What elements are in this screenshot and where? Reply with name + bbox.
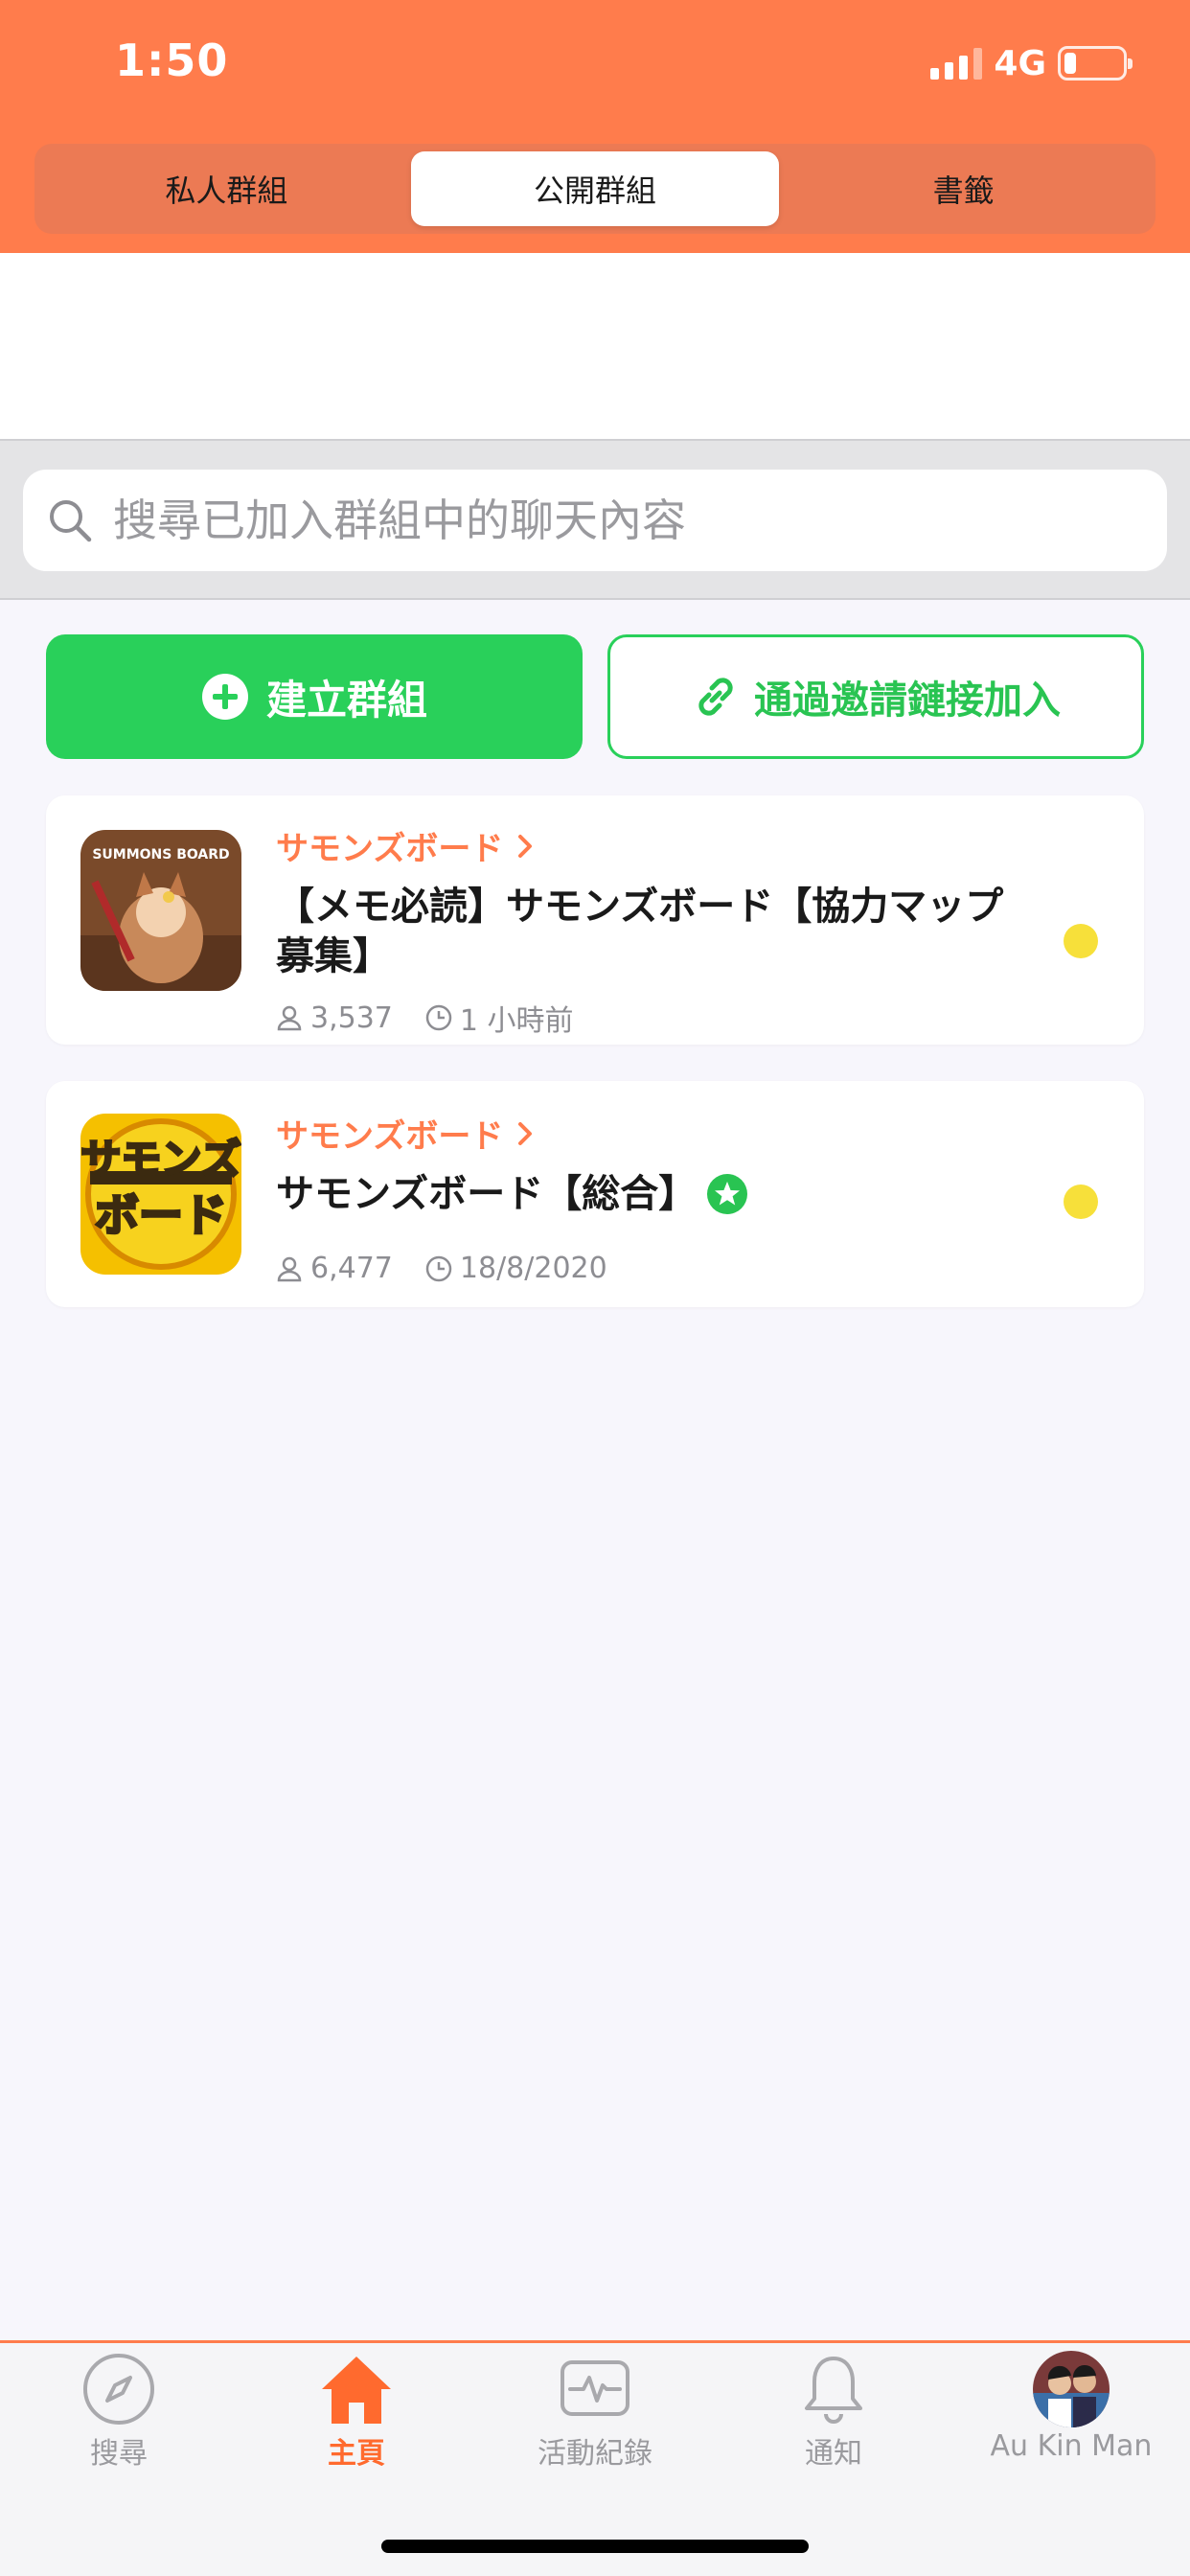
group-title: サモンズボード【総合】	[276, 1172, 698, 1216]
tab-label: 活動紀錄	[538, 2437, 652, 2471]
chevron-right-icon	[518, 1121, 533, 1145]
group-card[interactable]: サモンズ ボード サモンズボード サモンズボード【総合】 6,477 18/8/…	[46, 1081, 1144, 1307]
members-icon	[277, 1005, 302, 1031]
group-thumbnail: SUMMONS BOARD	[80, 830, 241, 991]
bell-icon	[805, 2357, 862, 2424]
tab-activity[interactable]: 活動紀錄	[476, 2351, 714, 2472]
search-bar	[0, 439, 1190, 600]
tab-notifications[interactable]: 通知	[715, 2351, 952, 2472]
create-group-label: 建立群組	[265, 676, 427, 724]
tab-bookmarks[interactable]: 書籤	[779, 151, 1148, 226]
avatar	[1033, 2351, 1110, 2427]
tab-label: 主頁	[328, 2437, 385, 2471]
clock-icon	[425, 1255, 452, 1281]
thumbnail-logo-text: SUMMONS BOARD	[92, 847, 229, 862]
search-box[interactable]	[23, 470, 1167, 571]
status-indicators: 4G	[930, 43, 1133, 83]
tab-label: Au Kin Man	[990, 2429, 1153, 2463]
group-title: 【メモ必読】サモンズボード【協力マップ募集】	[276, 885, 1004, 978]
group-thumbnail: サモンズ ボード	[80, 1114, 241, 1275]
signal-icon	[930, 47, 983, 80]
link-icon	[698, 678, 733, 716]
unread-indicator	[1064, 1184, 1098, 1219]
thumbnail-logo-text: サモンズ	[80, 1136, 240, 1183]
group-source-link[interactable]: サモンズボード	[276, 822, 536, 869]
compass-icon	[83, 2354, 154, 2425]
header: 1:50 4G 私人群組 公開群組 書籤	[0, 0, 1190, 253]
group-type-segment: 私人群組 公開群組 書籤	[34, 144, 1156, 234]
plus-circle-icon	[201, 674, 248, 720]
group-source: サモンズボード	[276, 830, 504, 868]
member-count: 3,537	[310, 1000, 393, 1035]
thumbnail-logo-text: ボード	[95, 1189, 227, 1241]
join-by-invite-label: 通過邀請鏈接加入	[754, 678, 1061, 723]
home-icon	[322, 2357, 391, 2424]
tab-label: 通知	[805, 2437, 862, 2471]
member-count: 6,477	[310, 1252, 393, 1285]
tab-public-groups[interactable]: 公開群組	[410, 151, 780, 226]
create-group-button[interactable]: 建立群組	[46, 634, 583, 759]
banner-area	[0, 253, 1190, 439]
unread-indicator	[1064, 924, 1098, 958]
tab-search[interactable]: 搜尋	[0, 2351, 238, 2472]
last-active: 18/8/2020	[459, 1252, 607, 1285]
last-active: 1 小時前	[459, 1004, 574, 1038]
clock-icon	[425, 1004, 452, 1031]
tab-profile[interactable]: Au Kin Man	[952, 2351, 1190, 2463]
tab-home[interactable]: 主頁	[238, 2351, 475, 2472]
group-meta: 3,537 1 小時前	[276, 997, 574, 1039]
group-source-link[interactable]: サモンズボード	[276, 1110, 536, 1157]
activity-icon	[561, 2360, 629, 2416]
tab-label: 搜尋	[90, 2437, 148, 2471]
home-indicator	[381, 2540, 809, 2553]
screen: 1:50 4G 私人群組 公開群組 書籤 搜尋已加入群組中的聊天內容 建立群組 …	[0, 0, 1190, 2576]
search-input[interactable]	[113, 494, 1119, 546]
group-title-row: サモンズボード【総合】	[276, 1169, 748, 1219]
tab-private-groups[interactable]: 私人群組	[42, 151, 411, 226]
verified-star-icon	[707, 1174, 748, 1214]
join-by-invite-button[interactable]: 通過邀請鏈接加入	[607, 634, 1144, 759]
battery-icon	[1058, 46, 1133, 80]
members-icon	[277, 1256, 302, 1281]
group-source: サモンズボード	[276, 1117, 504, 1156]
group-meta: 6,477 18/8/2020	[276, 1252, 607, 1285]
chevron-right-icon	[518, 834, 533, 858]
group-card[interactable]: SUMMONS BOARD サモンズボード 【メモ必読】サモンズボード【協力マッ…	[46, 795, 1144, 1045]
status-time: 1:50	[115, 34, 229, 86]
network-label: 4G	[994, 43, 1046, 83]
search-icon	[50, 500, 92, 542]
